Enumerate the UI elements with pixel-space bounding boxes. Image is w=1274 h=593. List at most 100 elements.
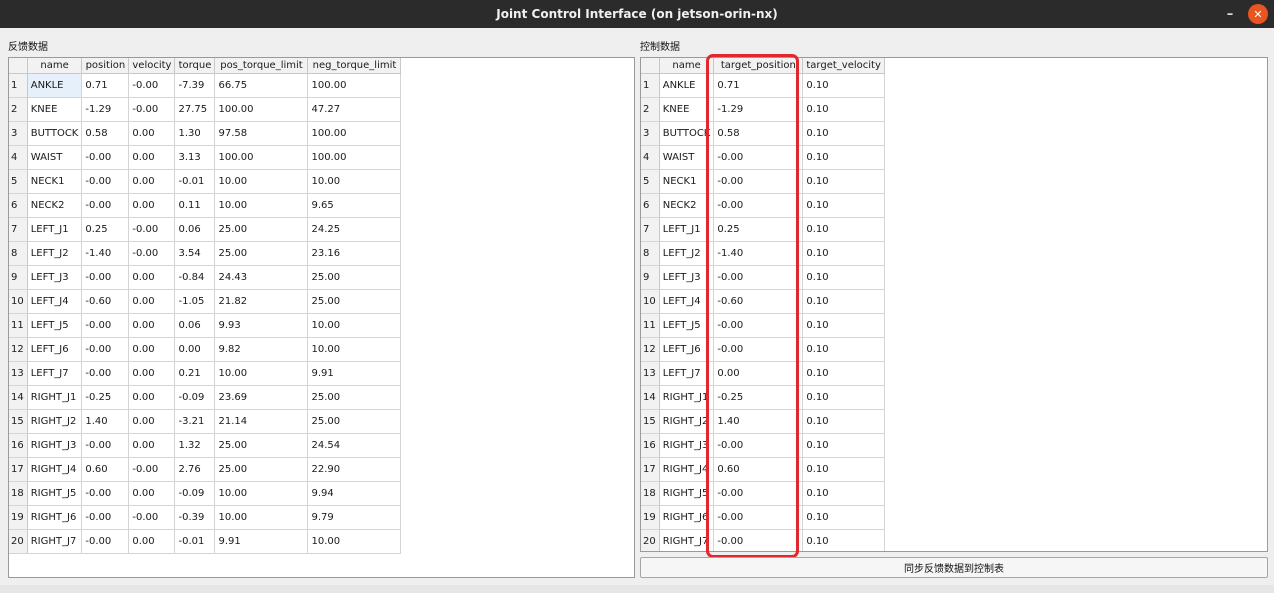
- feedback-table-row[interactable]: 2 KNEE -1.29 -0.00 27.75 100.00 47.27: [9, 97, 402, 122]
- control-cell-name[interactable]: BUTTOCK: [659, 121, 715, 146]
- control-cell-target-position[interactable]: -0.00: [713, 337, 804, 362]
- control-row-number[interactable]: 20: [641, 529, 660, 551]
- feedback-row-number[interactable]: 19: [9, 505, 28, 530]
- control-cell-target-position[interactable]: -0.00: [713, 433, 804, 458]
- feedback-cell-position[interactable]: -1.29: [81, 97, 130, 122]
- control-cell-name[interactable]: KNEE: [659, 97, 715, 122]
- feedback-cell-position[interactable]: 1.40: [81, 409, 130, 434]
- feedback-row-number[interactable]: 10: [9, 289, 28, 314]
- feedback-cell-name[interactable]: RIGHT_J5: [27, 481, 83, 506]
- control-row-number[interactable]: 9: [641, 265, 660, 290]
- control-cell-target-position[interactable]: -0.25: [713, 385, 804, 410]
- feedback-cell-position[interactable]: -0.25: [81, 385, 130, 410]
- feedback-cell-pos-torque-limit[interactable]: 97.58: [214, 121, 309, 146]
- feedback-cell-position[interactable]: -0.00: [81, 313, 130, 338]
- feedback-cell-torque[interactable]: 0.06: [174, 217, 216, 242]
- feedback-cell-name[interactable]: KNEE: [27, 97, 83, 122]
- feedback-cell-name[interactable]: WAIST: [27, 145, 83, 170]
- control-cell-target-position[interactable]: -0.00: [713, 169, 804, 194]
- control-table-row[interactable]: 15 RIGHT_J2 1.40 0.10: [641, 409, 885, 434]
- feedback-cell-torque[interactable]: 27.75: [174, 97, 216, 122]
- feedback-cell-name[interactable]: LEFT_J2: [27, 241, 83, 266]
- control-row-number[interactable]: 17: [641, 457, 660, 482]
- feedback-cell-name[interactable]: LEFT_J3: [27, 265, 83, 290]
- feedback-table-row[interactable]: 19 RIGHT_J6 -0.00 -0.00 -0.39 10.00 9.79: [9, 505, 402, 530]
- control-cell-name[interactable]: NECK1: [659, 169, 715, 194]
- feedback-cell-name[interactable]: ANKLE: [27, 73, 83, 98]
- feedback-cell-pos-torque-limit[interactable]: 24.43: [214, 265, 309, 290]
- control-cell-target-velocity[interactable]: 0.10: [802, 505, 885, 530]
- feedback-table-row[interactable]: 10 LEFT_J4 -0.60 0.00 -1.05 21.82 25.00: [9, 289, 402, 314]
- feedback-cell-neg-torque-limit[interactable]: 10.00: [307, 169, 402, 194]
- control-row-number[interactable]: 18: [641, 481, 660, 506]
- feedback-cell-pos-torque-limit[interactable]: 9.82: [214, 337, 309, 362]
- feedback-cell-neg-torque-limit[interactable]: 100.00: [307, 73, 402, 98]
- feedback-cell-velocity[interactable]: -0.00: [128, 73, 176, 98]
- control-cell-target-position[interactable]: 0.25: [713, 217, 804, 242]
- control-cell-target-velocity[interactable]: 0.10: [802, 433, 885, 458]
- feedback-cell-neg-torque-limit[interactable]: 24.54: [307, 433, 402, 458]
- control-row-number[interactable]: 10: [641, 289, 660, 314]
- control-row-number[interactable]: 15: [641, 409, 660, 434]
- feedback-row-number[interactable]: 15: [9, 409, 28, 434]
- control-cell-name[interactable]: RIGHT_J2: [659, 409, 715, 434]
- control-cell-name[interactable]: RIGHT_J1: [659, 385, 715, 410]
- feedback-row-number[interactable]: 7: [9, 217, 28, 242]
- control-table-row[interactable]: 12 LEFT_J6 -0.00 0.10: [641, 337, 885, 362]
- feedback-cell-pos-torque-limit[interactable]: 21.14: [214, 409, 309, 434]
- control-cell-target-position[interactable]: -0.00: [713, 313, 804, 338]
- feedback-column-header-velocity[interactable]: velocity: [128, 58, 176, 74]
- control-cell-name[interactable]: LEFT_J1: [659, 217, 715, 242]
- control-row-number[interactable]: 5: [641, 169, 660, 194]
- feedback-cell-pos-torque-limit[interactable]: 10.00: [214, 361, 309, 386]
- feedback-table-row[interactable]: 13 LEFT_J7 -0.00 0.00 0.21 10.00 9.91: [9, 361, 402, 386]
- control-cell-name[interactable]: RIGHT_J4: [659, 457, 715, 482]
- feedback-row-number[interactable]: 16: [9, 433, 28, 458]
- control-table-row[interactable]: 7 LEFT_J1 0.25 0.10: [641, 217, 885, 242]
- feedback-cell-pos-torque-limit[interactable]: 9.93: [214, 313, 309, 338]
- control-cell-target-velocity[interactable]: 0.10: [802, 313, 885, 338]
- control-cell-target-velocity[interactable]: 0.10: [802, 217, 885, 242]
- control-cell-target-position[interactable]: -0.00: [713, 529, 804, 551]
- feedback-cell-pos-torque-limit[interactable]: 100.00: [214, 145, 309, 170]
- control-cell-target-velocity[interactable]: 0.10: [802, 457, 885, 482]
- feedback-cell-position[interactable]: -0.00: [81, 529, 130, 554]
- control-row-number[interactable]: 14: [641, 385, 660, 410]
- feedback-cell-pos-torque-limit[interactable]: 10.00: [214, 169, 309, 194]
- control-cell-target-position[interactable]: -0.00: [713, 481, 804, 506]
- feedback-table-row[interactable]: 6 NECK2 -0.00 0.00 0.11 10.00 9.65: [9, 193, 402, 218]
- feedback-cell-torque[interactable]: 0.06: [174, 313, 216, 338]
- feedback-cell-neg-torque-limit[interactable]: 9.91: [307, 361, 402, 386]
- feedback-row-number[interactable]: 9: [9, 265, 28, 290]
- feedback-row-number[interactable]: 5: [9, 169, 28, 194]
- feedback-cell-pos-torque-limit[interactable]: 25.00: [214, 217, 309, 242]
- control-cell-name[interactable]: ANKLE: [659, 73, 715, 98]
- control-cell-name[interactable]: LEFT_J7: [659, 361, 715, 386]
- feedback-corner-header[interactable]: [9, 58, 28, 74]
- feedback-cell-torque[interactable]: 1.30: [174, 121, 216, 146]
- feedback-cell-pos-torque-limit[interactable]: 10.00: [214, 193, 309, 218]
- control-cell-name[interactable]: RIGHT_J5: [659, 481, 715, 506]
- feedback-cell-neg-torque-limit[interactable]: 10.00: [307, 313, 402, 338]
- feedback-cell-torque[interactable]: -0.01: [174, 529, 216, 554]
- feedback-cell-neg-torque-limit[interactable]: 25.00: [307, 289, 402, 314]
- feedback-row-number[interactable]: 3: [9, 121, 28, 146]
- control-table-row[interactable]: 13 LEFT_J7 0.00 0.10: [641, 361, 885, 386]
- feedback-cell-velocity[interactable]: -0.00: [128, 241, 176, 266]
- control-table-row[interactable]: 20 RIGHT_J7 -0.00 0.10: [641, 529, 885, 551]
- feedback-table-row[interactable]: 7 LEFT_J1 0.25 -0.00 0.06 25.00 24.25: [9, 217, 402, 242]
- feedback-cell-pos-torque-limit[interactable]: 66.75: [214, 73, 309, 98]
- feedback-cell-velocity[interactable]: 0.00: [128, 481, 176, 506]
- control-table-row[interactable]: 1 ANKLE 0.71 0.10: [641, 73, 885, 98]
- feedback-cell-name[interactable]: RIGHT_J1: [27, 385, 83, 410]
- feedback-cell-torque[interactable]: 0.21: [174, 361, 216, 386]
- feedback-cell-torque[interactable]: 3.13: [174, 145, 216, 170]
- control-row-number[interactable]: 12: [641, 337, 660, 362]
- control-row-number[interactable]: 4: [641, 145, 660, 170]
- feedback-row-number[interactable]: 6: [9, 193, 28, 218]
- control-cell-target-velocity[interactable]: 0.10: [802, 529, 885, 551]
- control-cell-name[interactable]: LEFT_J2: [659, 241, 715, 266]
- control-row-number[interactable]: 16: [641, 433, 660, 458]
- control-table-row[interactable]: 8 LEFT_J2 -1.40 0.10: [641, 241, 885, 266]
- feedback-cell-position[interactable]: -0.00: [81, 169, 130, 194]
